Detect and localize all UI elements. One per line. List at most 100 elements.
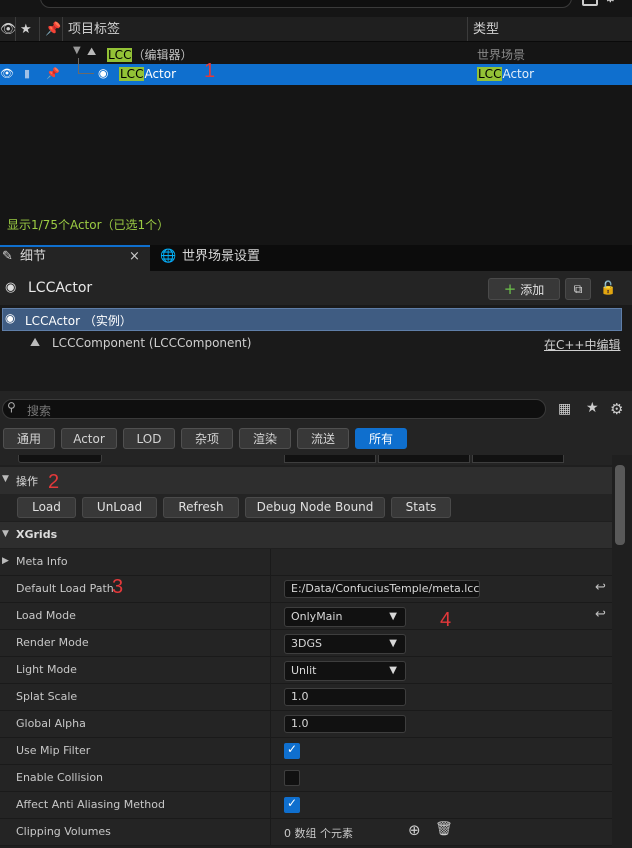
- category-xgrids[interactable]: ▼ XGrids: [0, 522, 612, 548]
- clipped-vector-y: [378, 455, 470, 463]
- clipped-vector-z: [472, 455, 564, 463]
- tree-line: [78, 73, 94, 74]
- filter-actor[interactable]: Actor: [61, 428, 117, 449]
- component-icon: ⛰: [30, 335, 41, 349]
- details-tab-icon: ✎: [2, 249, 13, 264]
- pin-icon[interactable]: 📌: [45, 17, 61, 42]
- grid-view-icon[interactable]: ▦: [558, 401, 571, 417]
- prop-enable-collision: Enable Collision: [0, 765, 612, 792]
- outliner-search[interactable]: ⚲ lcc: [40, 0, 572, 8]
- category-label: 操作: [16, 475, 38, 488]
- actor-icon: ◉: [98, 66, 109, 80]
- instance-row[interactable]: ◉ LCCActor （实例）: [2, 308, 622, 331]
- prop-render-mode: Render Mode 3DGS ▼: [0, 630, 612, 657]
- splat-scale-input[interactable]: 1.0: [284, 688, 406, 706]
- blueprint-icon[interactable]: ⧉: [565, 278, 591, 300]
- outliner-row-lccactor[interactable]: 👁 ▮ 📌 ◉ LCCActor LCCActor: [0, 64, 632, 85]
- plus-icon: +: [503, 280, 517, 298]
- details-search[interactable]: ⚲ 搜索: [2, 399, 546, 419]
- col-type[interactable]: 类型: [473, 17, 499, 42]
- category-label: XGrids: [16, 528, 58, 541]
- tab-world-settings[interactable]: 世界场景设置: [182, 245, 260, 271]
- delete-trash-icon[interactable]: 🗑: [435, 821, 453, 837]
- affect-anti-aliasing-checkbox[interactable]: [284, 796, 300, 813]
- stats-button[interactable]: Stats: [391, 497, 451, 518]
- prop-affect-anti-aliasing: Affect Anti Aliasing Method: [0, 792, 612, 819]
- chevron-down-icon: ▼: [389, 665, 397, 676]
- star-icon[interactable]: ★: [20, 17, 32, 42]
- scrollbar[interactable]: [615, 465, 625, 545]
- prop-clipping-volumes: Clipping Volumes 0 数组 个元素 ⊕ 🗑: [0, 819, 612, 846]
- category-operations[interactable]: ▼ 操作: [0, 467, 612, 494]
- annotation-2: 2: [48, 471, 60, 493]
- clipped-vector-x: [284, 455, 376, 463]
- filter-streaming[interactable]: 流送: [297, 428, 349, 449]
- component-row[interactable]: LCCComponent (LCCComponent): [52, 336, 251, 350]
- clipped-dropdown: [18, 455, 102, 463]
- filter-general[interactable]: 通用: [3, 428, 55, 449]
- filter-all[interactable]: 所有: [355, 428, 407, 449]
- instance-label: LCCActor （实例）: [25, 314, 132, 328]
- default-load-path-input[interactable]: E:/Data/ConfuciusTemple/meta.lcc: [284, 580, 480, 598]
- edit-in-cpp-link[interactable]: 在C++中编辑: [544, 336, 621, 353]
- add-component-button[interactable]: + 添加: [488, 278, 560, 300]
- reset-to-default-icon[interactable]: ↩: [595, 607, 606, 622]
- add-element-icon[interactable]: ⊕: [408, 821, 421, 839]
- pin-icon[interactable]: 📌: [46, 67, 60, 80]
- globe-icon: 🌐: [160, 249, 177, 264]
- load-mode-dropdown[interactable]: OnlyMain ▼: [284, 607, 406, 627]
- outliner-status: 显示1/75个Actor（已选1个）: [7, 218, 170, 232]
- prop-default-load-path: Default Load Path E:/Data/ConfuciusTempl…: [0, 576, 612, 603]
- tab-bar: ✎ 细节 × 🌐 世界场景设置: [0, 245, 632, 271]
- col-item-label[interactable]: 项目标签: [68, 17, 120, 42]
- save-icon[interactable]: [582, 0, 598, 6]
- chevron-down-icon: ▼: [389, 638, 397, 649]
- debug-node-bound-button[interactable]: Debug Node Bound: [245, 497, 385, 518]
- annotation-1: 1: [204, 60, 216, 82]
- reset-to-default-icon[interactable]: ↩: [595, 580, 606, 595]
- prop-load-mode: Load Mode OnlyMain ▼ ↩: [0, 603, 612, 630]
- expand-arrow-icon[interactable]: ▶: [2, 556, 9, 566]
- close-icon[interactable]: ×: [129, 245, 140, 271]
- lock-icon[interactable]: 🔓: [600, 281, 616, 296]
- world-icon: ⛰: [87, 45, 97, 58]
- filter-render[interactable]: 渲染: [239, 428, 291, 449]
- settings-icon[interactable]: ⚙: [604, 0, 617, 6]
- collapse-arrow-icon[interactable]: ▼: [73, 45, 81, 56]
- load-button[interactable]: Load: [17, 497, 76, 518]
- actor-icon: ◉: [5, 311, 16, 325]
- prop-light-mode: Light Mode Unlit ▼: [0, 657, 612, 684]
- enable-collision-checkbox[interactable]: [284, 770, 300, 786]
- row-type: LCCActor: [477, 67, 535, 81]
- row-label: LCC（编辑器）: [107, 48, 193, 62]
- favorite-star-icon[interactable]: ★: [586, 400, 599, 416]
- filter-misc[interactable]: 杂项: [181, 428, 233, 449]
- clipped-row: [0, 455, 612, 465]
- settings-icon[interactable]: ⚙: [610, 400, 623, 418]
- global-alpha-input[interactable]: 1.0: [284, 715, 406, 733]
- tab-details-label[interactable]: 细节: [20, 245, 46, 271]
- collapse-arrow-icon[interactable]: ▼: [2, 474, 9, 484]
- unload-button[interactable]: UnLoad: [82, 497, 157, 518]
- actor-name: LCCActor: [28, 280, 93, 296]
- row-type: 世界场景: [477, 48, 526, 62]
- render-mode-dropdown[interactable]: 3DGS ▼: [284, 634, 406, 654]
- tree-line: [78, 58, 79, 74]
- outliner-header: 👁 ★ 📌 项目标签 类型: [0, 17, 632, 42]
- visibility-icon[interactable]: 👁: [0, 67, 14, 80]
- filter-lod[interactable]: LOD: [123, 428, 175, 449]
- chevron-down-icon: ▼: [389, 611, 397, 622]
- prop-use-mip-filter: Use Mip Filter: [0, 738, 612, 765]
- annotation-3: 3: [112, 576, 124, 598]
- collapse-arrow-icon[interactable]: ▼: [2, 529, 9, 539]
- search-icon: ⚲: [7, 400, 16, 414]
- file-icon: ▮: [24, 67, 31, 80]
- use-mip-filter-checkbox[interactable]: [284, 742, 300, 759]
- outliner-row-editor[interactable]: ▼ ⛰ LCC（编辑器） 世界场景: [0, 43, 632, 64]
- row-label: LCCActor: [119, 67, 177, 81]
- light-mode-dropdown[interactable]: Unlit ▼: [284, 661, 406, 681]
- prop-meta-info[interactable]: ▶ Meta Info: [0, 549, 612, 576]
- clipping-volumes-count: 0 数组 个元素: [284, 827, 353, 840]
- refresh-button[interactable]: Refresh: [163, 497, 239, 518]
- prop-global-alpha: Global Alpha 1.0: [0, 711, 612, 738]
